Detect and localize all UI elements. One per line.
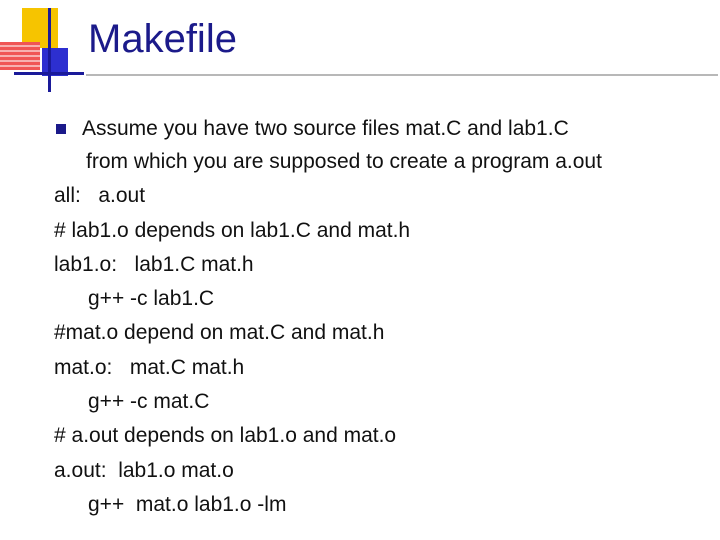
code-comment-line: # a.out depends on lab1.o and mat.o [54,424,397,447]
code-line: a.out: lab1.o mat.o [54,459,234,482]
code-command-line: g++ mat.o lab1.o -lm [88,493,287,516]
code-line: lab1.o: lab1.C mat.h [54,253,254,276]
code-command-line: g++ -c mat.C [88,390,210,413]
code-line: all: a.out [54,184,146,207]
slide: Makefile Assume you have two source file… [0,0,720,540]
square-bullet-icon [56,124,66,134]
bullet-text-line-2: from which you are supposed to create a … [86,150,602,173]
slide-body: Assume you have two source files mat.C a… [0,0,720,540]
code-comment-line: #mat.o depend on mat.C and mat.h [54,321,385,344]
bullet-text-line-1: Assume you have two source files mat.C a… [82,117,569,140]
code-comment-line: # lab1.o depends on lab1.C and mat.h [54,219,411,242]
code-command-line: g++ -c lab1.C [88,287,215,310]
code-line: mat.o: mat.C mat.h [54,356,245,379]
